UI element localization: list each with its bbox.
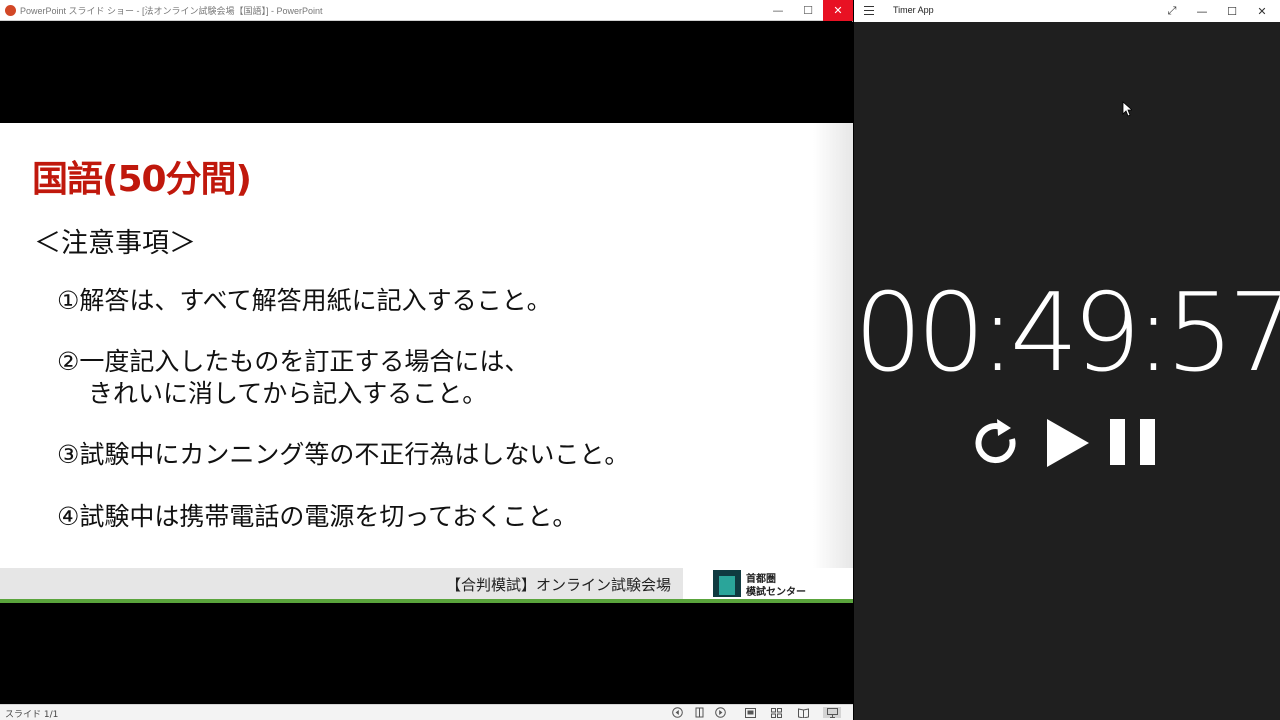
slide-sorter-icon[interactable] <box>770 707 782 718</box>
slide[interactable]: 国語(50分間) ＜注意事項＞ ①解答は、すべて解答用紙に記入すること。 ②一度… <box>0 123 853 603</box>
hamburger-menu-icon[interactable] <box>864 6 874 15</box>
logo-text-line2: 模試センター <box>746 587 806 598</box>
slide-heading: 国語(50分間) <box>32 159 252 200</box>
note-item-continuation: きれいに消してから記入すること。 <box>88 379 488 408</box>
reset-button[interactable] <box>971 415 1027 471</box>
reading-view-icon[interactable] <box>797 707 809 718</box>
powerpoint-window: PowerPoint スライド ショー - [法オンライン試験会場【国語】] -… <box>0 0 853 720</box>
slide-menu-icon[interactable] <box>693 707 705 718</box>
timer-minimize-button[interactable]: — <box>1187 0 1217 22</box>
timer-titlebar: Timer App ⤢ — ☐ ✕ <box>854 0 1280 22</box>
previous-slide-icon[interactable] <box>671 707 683 718</box>
slideshow-statusbar: スライド 1/1 <box>0 704 853 720</box>
next-slide-icon[interactable] <box>714 707 726 718</box>
timer-display: 00:49:57 <box>854 271 1280 396</box>
timer-close-button[interactable]: ✕ <box>1247 0 1277 22</box>
slideshow-view-icon[interactable] <box>823 707 841 718</box>
note-item: ②一度記入したものを訂正する場合には、 <box>57 347 530 376</box>
timer-maximize-button[interactable]: ☐ <box>1217 0 1247 22</box>
note-item: ①解答は、すべて解答用紙に記入すること。 <box>57 286 552 315</box>
powerpoint-close-button[interactable]: ✕ <box>823 0 853 21</box>
normal-view-icon[interactable] <box>744 707 756 718</box>
logo-mark-icon <box>713 570 741 597</box>
powerpoint-minimize-button[interactable]: — <box>763 0 793 21</box>
footer-text: 【合判模試】オンライン試験会場 <box>446 576 672 594</box>
letterbox-bottom <box>0 603 853 704</box>
letterbox-top <box>0 22 853 123</box>
play-button[interactable] <box>1039 415 1095 471</box>
powerpoint-titlebar: PowerPoint スライド ショー - [法オンライン試験会場【国語】] -… <box>0 0 853 21</box>
slide-footer: 【合判模試】オンライン試験会場 首都圏 模試センター <box>0 568 853 603</box>
pause-icon <box>1110 419 1155 465</box>
timer-window: Timer App ⤢ — ☐ ✕ 00:49:57 <box>854 0 1280 720</box>
timer-window-title: Timer App <box>893 5 934 15</box>
mouse-cursor-icon <box>1122 101 1132 117</box>
note-item: ③試験中にカンニング等の不正行為はしないこと。 <box>57 440 630 469</box>
slide-counter: スライド 1/1 <box>5 710 59 720</box>
powerpoint-app-icon <box>5 5 16 16</box>
note-item: ④試験中は携帯電話の電源を切っておくこと。 <box>57 502 578 531</box>
reset-icon <box>975 419 1016 464</box>
powerpoint-window-title: PowerPoint スライド ショー - [法オンライン試験会場【国語】] -… <box>20 6 323 16</box>
timer-expand-button[interactable]: ⤢ <box>1157 0 1187 22</box>
slide-edge-gradient <box>813 123 853 568</box>
timer-controls <box>854 415 1280 475</box>
pause-button[interactable] <box>1104 415 1160 471</box>
powerpoint-maximize-button[interactable]: ☐ <box>793 0 823 21</box>
play-icon <box>1047 419 1089 467</box>
notes-heading: ＜注意事項＞ <box>34 228 196 259</box>
